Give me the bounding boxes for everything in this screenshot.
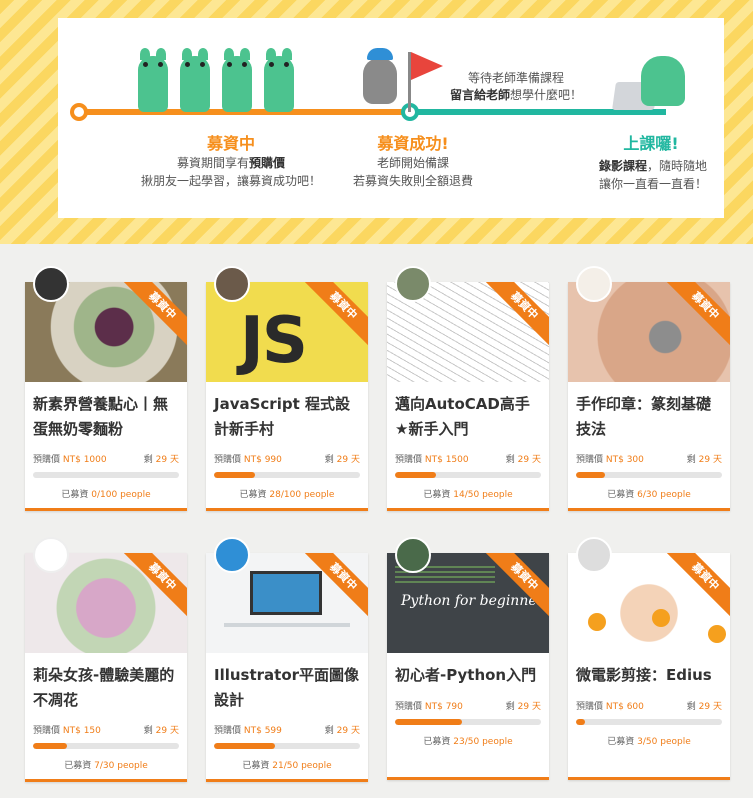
crowdfunding-process-banner: 等待老師準備課程 留言給老師想學什麼吧！ 募資中 募資期間享有預購價 揪朋友一起…	[58, 18, 724, 218]
orange-decoration	[708, 625, 726, 643]
status-ribbon: 募資中	[659, 282, 730, 352]
raised-count: 已募資 7/30 people	[64, 761, 148, 771]
course-card[interactable]: 募資中 莉朵女孩-體驗美麗的不凋花 預購價 NT$ 150 剩 29 天 已募資…	[25, 537, 187, 782]
stage-funding-desc: 募資期間享有預購價 揪朋友一起學習，讓募資成功吧！	[140, 156, 321, 188]
student-mascot	[641, 56, 685, 106]
course-card[interactable]: 募資中 新素界營養點心丨無蛋無奶零麵粉 預購價 NT$ 1000 剩 29 天 …	[25, 266, 187, 511]
course-meta: 預購價 NT$ 150 剩 29 天	[33, 726, 179, 736]
stage-success-desc: 老師開始備課 若募資失敗則全額退費	[352, 156, 473, 188]
timeline-start-dot	[70, 103, 88, 121]
await-teacher-text: 等待老師準備課程 留言給老師想學什麼吧！	[450, 71, 583, 102]
teacher-avatar[interactable]	[214, 537, 250, 573]
course-title[interactable]: 莉朵女孩-體驗美麗的不凋花	[25, 653, 187, 721]
js-logo: JS	[240, 304, 308, 378]
course-title[interactable]: Illustrator平面圖像設計	[206, 653, 368, 721]
stage-class-desc: 錄影課程，隨時隨地 讓你一直看一直看！	[598, 159, 708, 191]
raised-count: 已募資 0/100 people	[61, 490, 151, 500]
course-title[interactable]: 邁向AutoCAD高手★新手入門	[387, 382, 549, 450]
course-title[interactable]: 新素界營養點心丨無蛋無奶零麵粉	[25, 382, 187, 450]
raised-count: 已募資 21/50 people	[242, 761, 332, 771]
course-meta: 預購價 NT$ 300 剩 29 天	[576, 455, 722, 465]
teacher-avatar[interactable]	[33, 266, 69, 302]
course-meta: 預購價 NT$ 599 剩 29 天	[214, 726, 360, 736]
raised-count: 已募資 28/100 people	[239, 490, 335, 500]
desk-illustration	[224, 623, 350, 627]
course-card[interactable]: 募資中 邁向AutoCAD高手★新手入門 預購價 NT$ 1500 剩 29 天…	[387, 266, 549, 511]
stage-success-title: 募資成功!	[377, 134, 449, 153]
status-ribbon: 募資中	[116, 282, 187, 352]
frog-mascot	[222, 48, 252, 112]
frog-mascot	[264, 48, 294, 112]
course-meta: 預購價 NT$ 1000 剩 29 天	[33, 455, 179, 465]
raised-count: 已募資 6/30 people	[607, 490, 691, 500]
course-meta: 預購價 NT$ 990 剩 29 天	[214, 455, 360, 465]
teacher-avatar[interactable]	[576, 537, 612, 573]
orange-decoration	[652, 609, 670, 627]
raised-count: 已募資 3/50 people	[607, 737, 691, 747]
course-card[interactable]: 募資中 微電影剪接：Edius 預購價 NT$ 600 剩 29 天 已募資 3…	[568, 537, 730, 780]
teacher-mascot	[363, 48, 397, 104]
stage-funding-title: 募資中	[206, 134, 255, 153]
flag-icon	[411, 52, 443, 80]
status-ribbon: 募資中	[116, 553, 187, 623]
course-meta: 預購價 NT$ 790 剩 29 天	[395, 702, 541, 712]
course-meta: 預購價 NT$ 600 剩 29 天	[576, 702, 722, 712]
teacher-avatar[interactable]	[214, 266, 250, 302]
course-card[interactable]: 募資中 手作印章：篆刻基礎技法 預購價 NT$ 300 剩 29 天 已募資 6…	[568, 266, 730, 511]
course-title[interactable]: 手作印章：篆刻基礎技法	[568, 382, 730, 450]
teacher-avatar[interactable]	[395, 537, 431, 573]
course-card[interactable]: JS 募資中 JavaScript 程式設計新手村 預購價 NT$ 990 剩 …	[206, 266, 368, 511]
course-title[interactable]: JavaScript 程式設計新手村	[206, 382, 368, 450]
monitor-illustration	[250, 571, 322, 615]
course-title[interactable]: 微電影剪接：Edius	[568, 653, 730, 697]
status-ribbon: 募資中	[659, 553, 730, 623]
stage-class-title: 上課囉!	[623, 134, 679, 153]
course-title[interactable]: 初心者-Python入門	[387, 653, 549, 697]
raised-count: 已募資 14/50 people	[423, 490, 513, 500]
course-card[interactable]: Python for beginners 募資中 初心者-Python入門 預購…	[387, 537, 549, 780]
teacher-avatar[interactable]	[33, 537, 69, 573]
orange-decoration	[588, 613, 606, 631]
frog-mascot	[138, 48, 168, 112]
python-thumbnail-text: Python for beginners	[401, 593, 549, 609]
status-ribbon: 募資中	[297, 282, 368, 352]
course-card[interactable]: 募資中 Illustrator平面圖像設計 預購價 NT$ 599 剩 29 天…	[206, 537, 368, 782]
teacher-avatar[interactable]	[395, 266, 431, 302]
frog-mascot	[180, 48, 210, 112]
course-meta: 預購價 NT$ 1500 剩 29 天	[395, 455, 541, 465]
status-ribbon: 募資中	[478, 282, 549, 352]
teacher-avatar[interactable]	[576, 266, 612, 302]
raised-count: 已募資 23/50 people	[423, 737, 513, 747]
